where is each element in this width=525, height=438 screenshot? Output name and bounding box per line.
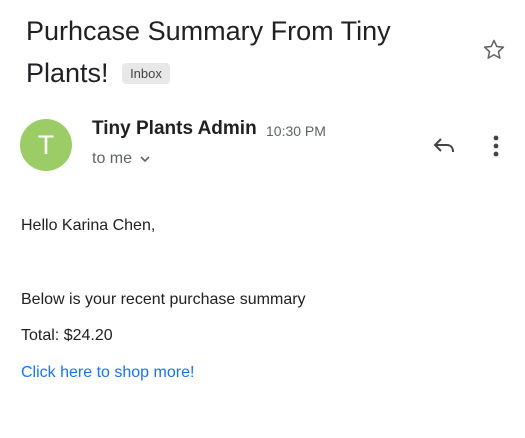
star-button[interactable]	[481, 37, 507, 63]
email-subject-text: Purhcase Summary From Tiny Plants!	[26, 16, 391, 88]
shop-more-link[interactable]: Click here to shop more!	[21, 364, 194, 382]
reply-icon	[433, 138, 454, 153]
email-subject: Purhcase Summary From Tiny Plants! Inbox	[26, 10, 446, 94]
sender-name: Tiny Plants Admin	[92, 118, 257, 139]
more-vert-icon	[493, 135, 499, 157]
chevron-down-icon	[140, 156, 150, 163]
reply-button[interactable]	[429, 131, 459, 161]
more-options-button[interactable]	[486, 131, 506, 161]
inbox-label-badge[interactable]: Inbox	[122, 63, 170, 84]
email-timestamp: 10:30 PM	[266, 123, 326, 139]
star-icon	[483, 39, 505, 59]
purchase-total: Total: $24.20	[21, 327, 113, 344]
recipient-details-toggle[interactable]: to me	[92, 150, 151, 168]
email-intro: Below is your recent purchase summary	[21, 291, 306, 308]
sender-avatar: T	[20, 119, 72, 171]
email-greeting: Hello Karina Chen,	[21, 217, 156, 234]
recipient-label: to me	[92, 150, 133, 167]
